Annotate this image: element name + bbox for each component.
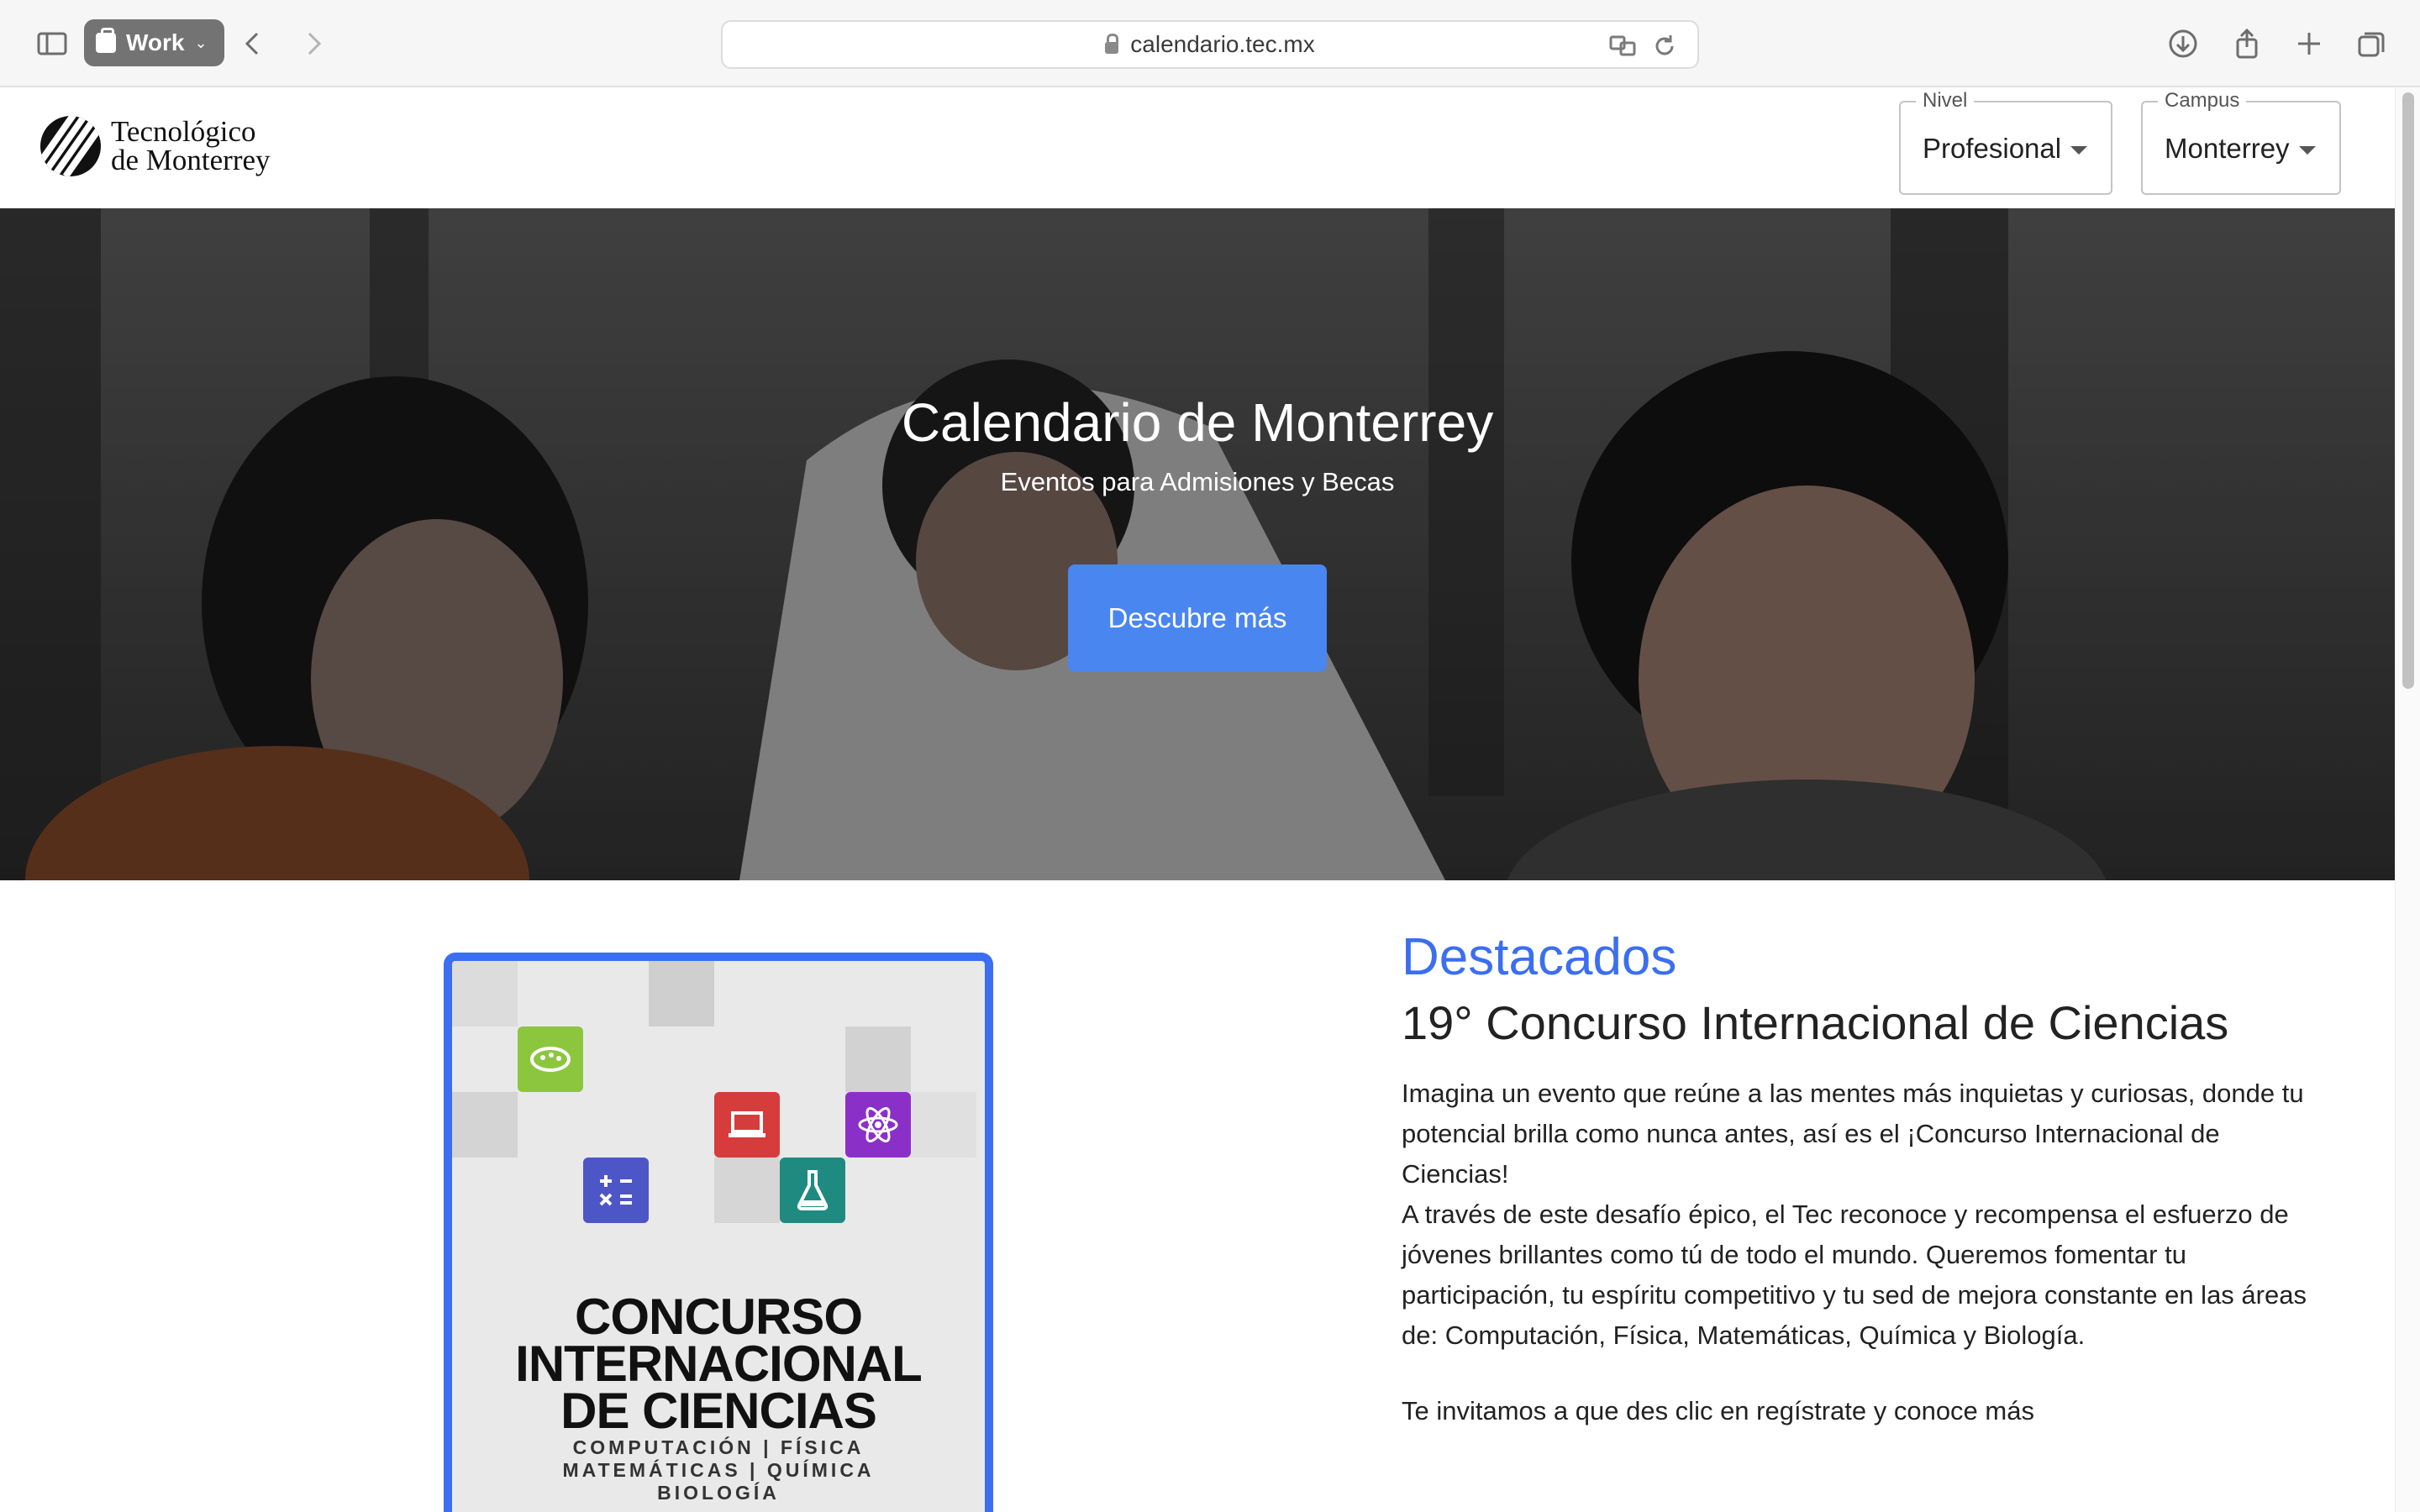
share-icon[interactable]: [2225, 22, 2269, 66]
lock-icon: [1105, 34, 1119, 54]
tec-logo[interactable]: Tecnológico de Monterrey: [40, 116, 271, 176]
campus-value: Monterrey: [2165, 133, 2290, 164]
tab-group-button[interactable]: Work ⌄: [84, 19, 224, 66]
translate-icon[interactable]: [1608, 32, 1637, 60]
featured-heading: Destacados: [1402, 928, 1677, 986]
flask-icon: [780, 1158, 845, 1223]
hero-banner: Calendario de Monterrey Eventos para Adm…: [0, 208, 2395, 880]
nivel-label: Nivel: [1916, 89, 1975, 113]
event-poster-image[interactable]: CONCURSO INTERNACIONAL DE CIENCIAS COMPU…: [444, 953, 993, 1512]
tab-group-label: Work: [126, 29, 185, 55]
hero-background-photo: [0, 208, 2395, 880]
tab-overview-icon[interactable]: [2349, 22, 2393, 66]
sidebar-icon[interactable]: [30, 22, 74, 66]
event-cta-text: Te invitamos a que des clic en regístrat…: [1402, 1396, 2034, 1425]
nivel-select[interactable]: Nivel Profesional: [1899, 89, 2112, 195]
site-header: Tecnológico de Monterrey Nivel Profesion…: [0, 87, 2395, 208]
laptop-icon: [714, 1092, 780, 1158]
featured-section: Destacados 19° Concurso Internacional de…: [1402, 927, 2309, 1426]
event-title: 19° Concurso Internacional de Ciencias: [1402, 996, 2229, 1049]
event-description: Imagina un evento que reúne a las mentes…: [1402, 1074, 2309, 1356]
description-paragraph: Imagina un evento que reúne a las mentes…: [1402, 1079, 2304, 1189]
poster-tile: [649, 961, 714, 1026]
poster-subtitle: COMPUTACIÓN | FÍSICA MATEMÁTICAS | QUÍMI…: [562, 1436, 875, 1504]
new-tab-icon[interactable]: [2287, 22, 2331, 66]
chevron-down-icon: ⌄: [194, 34, 208, 51]
forward-icon[interactable]: [291, 22, 334, 66]
palette-icon: [518, 1026, 583, 1092]
caret-down-icon: [2299, 146, 2316, 155]
poster-tile: [845, 1026, 911, 1092]
caret-down-icon: [2070, 146, 2087, 155]
calculator-icon: [583, 1158, 649, 1223]
nivel-value: Profesional: [1923, 133, 2062, 164]
poster-tile: [452, 1092, 518, 1158]
scrollbar-thumb[interactable]: [2402, 92, 2414, 689]
campus-select[interactable]: Campus Monterrey: [2141, 89, 2341, 195]
browser-toolbar: Work ⌄ calendario.tec.mx: [0, 0, 2420, 87]
poster-tile: [452, 961, 518, 1026]
bag-icon: [96, 28, 116, 53]
logo-mark-icon: [40, 116, 101, 176]
logo-text: Tecnológico de Monterrey: [111, 115, 271, 176]
description-paragraph: A través de este desafío épico, el Tec r…: [1402, 1200, 2307, 1350]
back-icon[interactable]: [232, 22, 276, 66]
atom-icon: [845, 1092, 911, 1158]
address-bar[interactable]: calendario.tec.mx: [721, 20, 1699, 69]
hero-title: Calendario de Monterrey: [901, 392, 1494, 453]
poster-title: CONCURSO INTERNACIONAL DE CIENCIAS: [515, 1289, 923, 1439]
discover-more-button[interactable]: Descubre más: [1068, 564, 1327, 672]
reload-icon[interactable]: [1650, 32, 1679, 60]
page-scrollbar[interactable]: [2395, 87, 2420, 1512]
hero-subtitle: Eventos para Admisiones y Becas: [1000, 467, 1395, 496]
poster-tile: [911, 1092, 976, 1158]
poster-tile: [714, 1158, 780, 1223]
campus-label: Campus: [2158, 89, 2247, 113]
download-icon[interactable]: [2161, 22, 2205, 66]
url-text: calendario.tec.mx: [1130, 31, 1315, 57]
